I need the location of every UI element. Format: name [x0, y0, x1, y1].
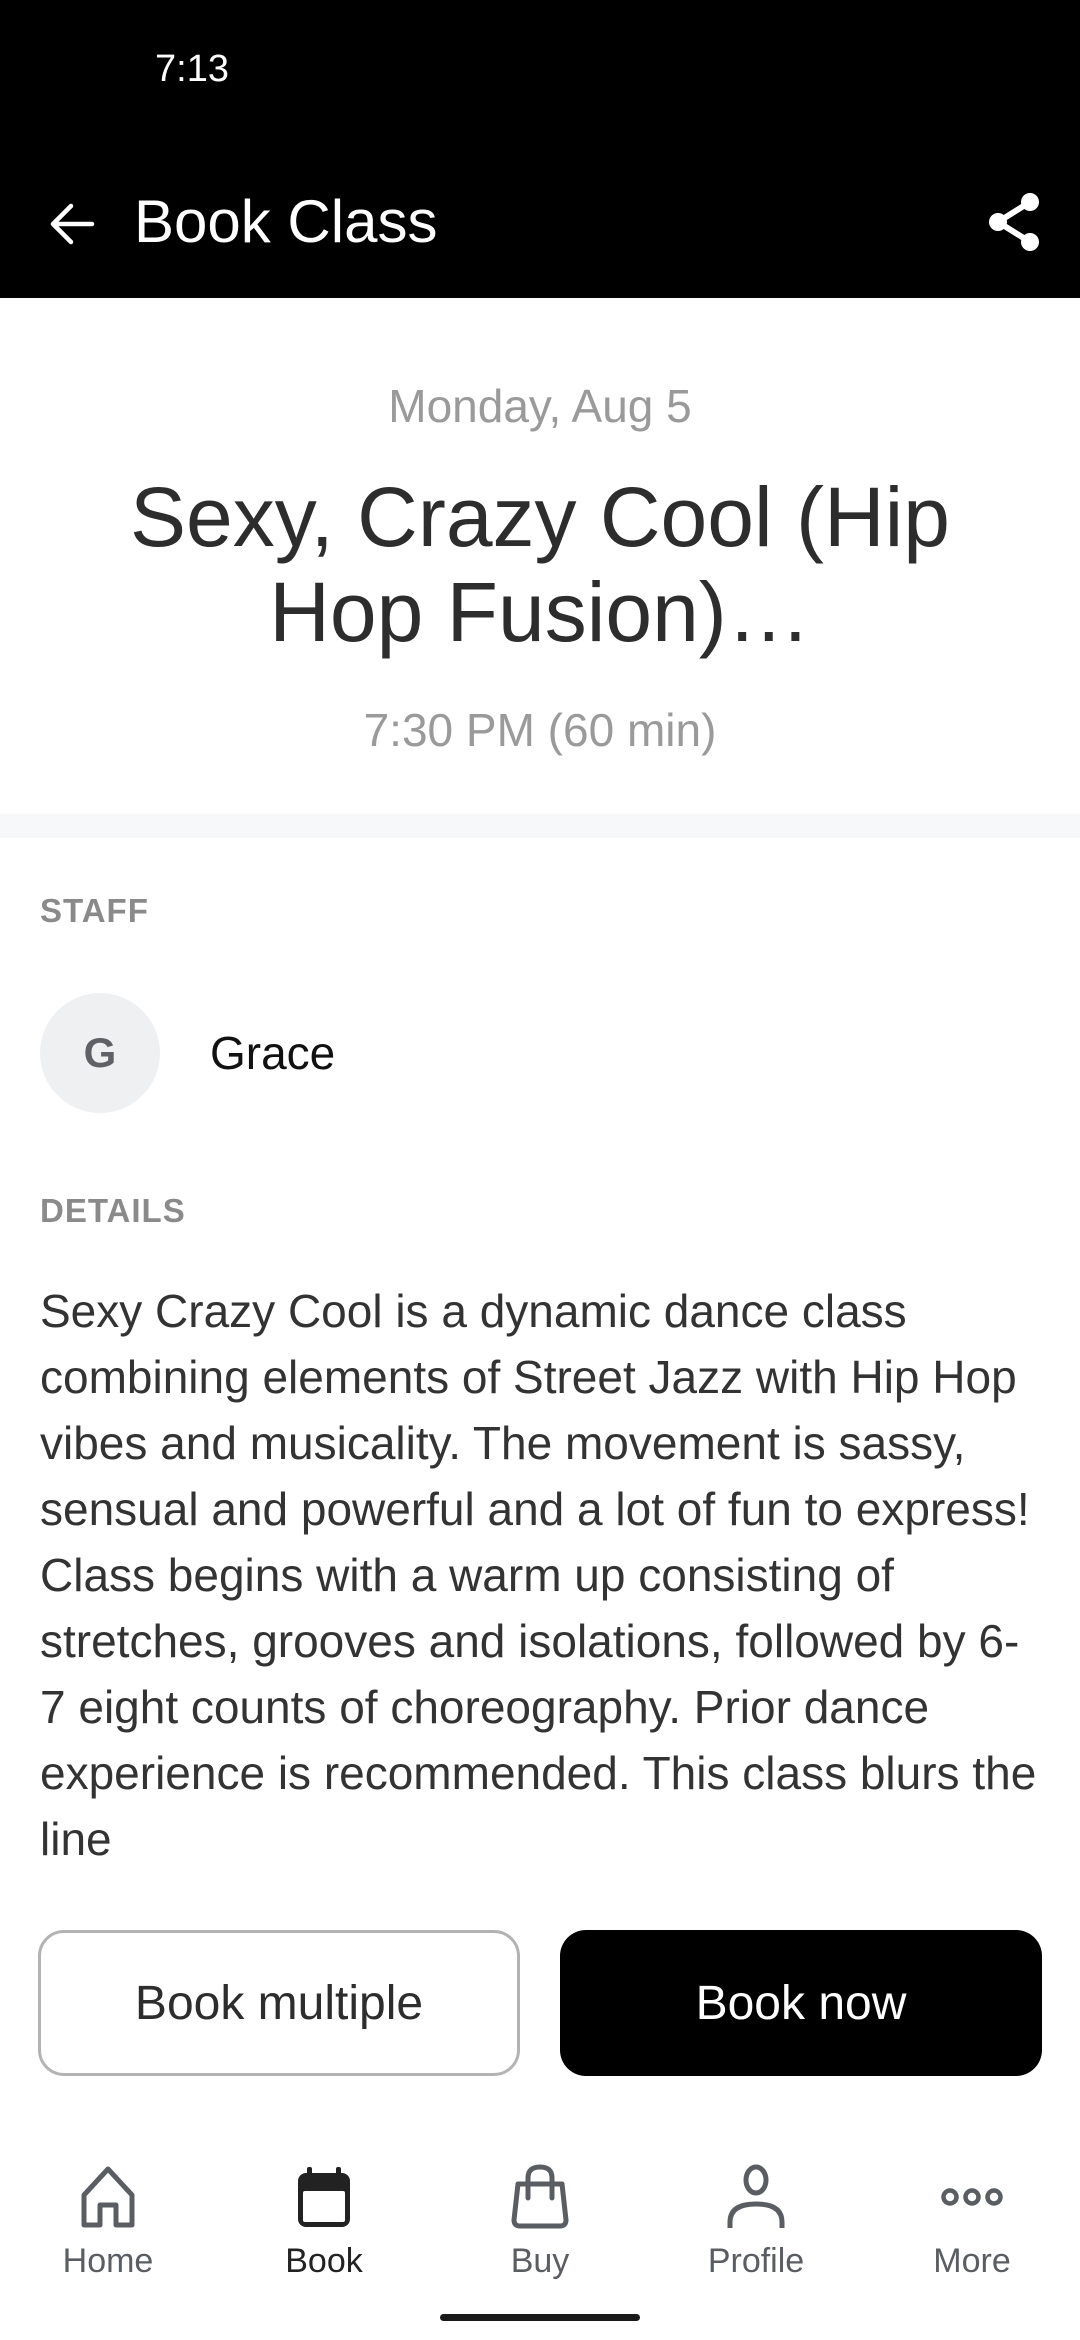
nav-label: Book	[285, 2242, 363, 2280]
home-indicator[interactable]	[440, 2314, 640, 2321]
status-bar: 7:13	[0, 0, 1080, 150]
bottom-nav: Home Book Buy Profile More	[0, 2140, 1080, 2300]
class-time: 7:30 PM (60 min)	[363, 704, 717, 756]
nav-label: Home	[62, 2242, 154, 2280]
person-icon	[727, 2164, 785, 2228]
back-button[interactable]	[40, 194, 104, 254]
more-dots-icon	[941, 2188, 1003, 2206]
class-title: Sexy, Crazy Cool (Hip Hop Fusion)…	[130, 470, 950, 659]
nav-item-book[interactable]: Book	[216, 2140, 432, 2300]
book-now-button[interactable]: Book now	[560, 1930, 1042, 2076]
staff-member[interactable]: G Grace	[40, 993, 1040, 1113]
nav-item-profile[interactable]: Profile	[648, 2140, 864, 2300]
nav-item-more[interactable]: More	[864, 2140, 1080, 2300]
staff-name: Grace	[210, 1027, 336, 1079]
staff-section-label: STAFF	[40, 892, 149, 929]
app-header: Book Class	[0, 150, 1080, 298]
class-date: Monday, Aug 5	[388, 380, 692, 432]
share-button[interactable]	[976, 184, 1052, 260]
share-icon	[989, 193, 1039, 251]
avatar: G	[40, 993, 160, 1113]
shopping-bag-icon	[511, 2164, 569, 2229]
nav-item-home[interactable]: Home	[0, 2140, 216, 2300]
book-multiple-button[interactable]: Book multiple	[38, 1930, 520, 2076]
status-time: 7:13	[155, 48, 229, 90]
details-section-label: DETAILS	[40, 1192, 186, 1229]
section-divider	[0, 814, 1080, 838]
nav-label: Profile	[707, 2242, 805, 2280]
class-description: Sexy Crazy Cool is a dynamic dance class…	[40, 1285, 1037, 1865]
page-title: Book Class	[134, 188, 438, 255]
nav-label: More	[933, 2242, 1011, 2280]
arrow-left-icon	[50, 203, 95, 245]
calendar-icon	[298, 2167, 350, 2227]
class-summary: Monday, Aug 5 Sexy, Crazy Cool (Hip Hop …	[0, 298, 1080, 814]
nav-label: Buy	[510, 2242, 570, 2280]
home-icon	[81, 2166, 135, 2228]
nav-item-buy[interactable]: Buy	[432, 2140, 648, 2300]
